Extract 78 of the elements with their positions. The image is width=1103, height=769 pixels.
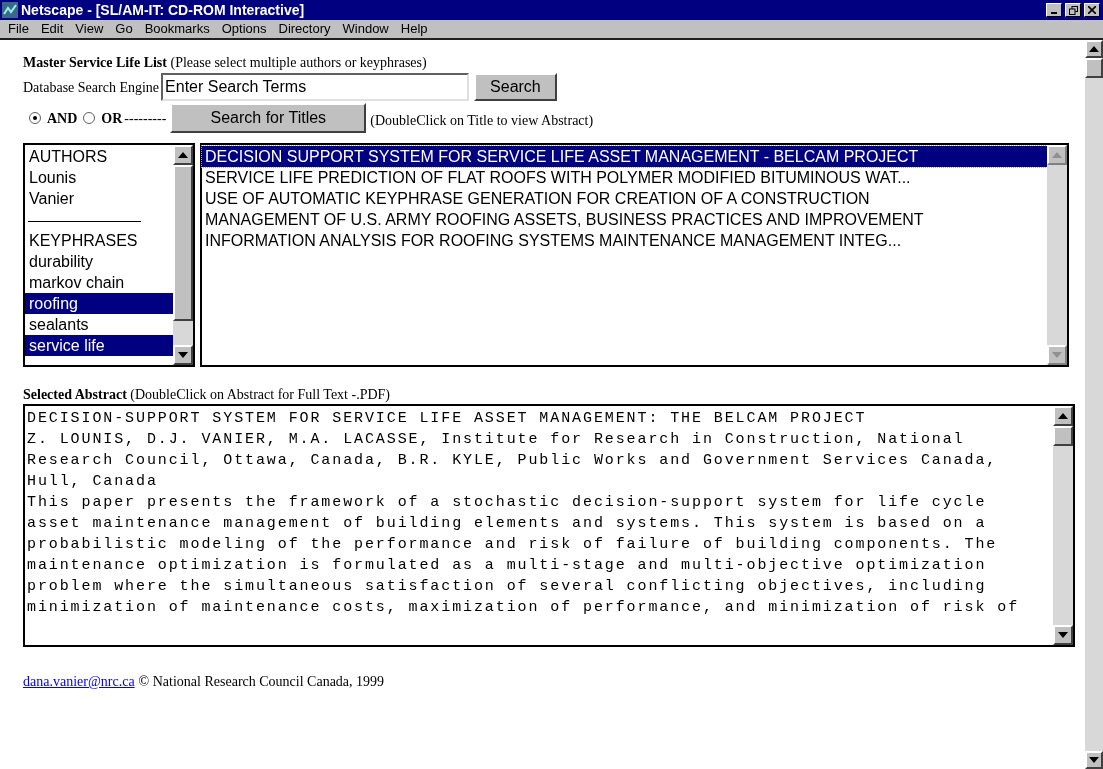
close-button[interactable] [1084,3,1100,17]
radio-label: OR [101,109,123,128]
abstract-line: asset maintenance management of building elements and systems. This system is based on a [27,514,988,534]
title-option[interactable]: INFORMATION ANALYSIS FOR ROOFING SYSTEMS MAINTENANCE MANAGEMENT INTEG... [202,230,1047,251]
scroll-up-button[interactable] [173,145,193,165]
abstract-line: problem where the simultaneous satisfaction of several conflicting objectives, including [27,577,988,597]
triangle-down-icon [1058,632,1068,638]
copyright-text: © National Research Council Canada, 1999 [138,673,385,691]
abstract-line: probabilistic modeling of the performance and risk of failure of building components. The [27,535,999,555]
triangle-up-icon [1052,152,1062,158]
menu-item[interactable]: Edit [40,19,64,39]
restore-icon [1068,5,1078,15]
separator-line: ———————— [27,210,142,230]
search-field[interactable]: Enter Search Terms [161,73,470,101]
radio-button[interactable] [83,112,96,124]
search-label: Database Search Engine [23,78,160,97]
dash-text: --------- [124,109,167,128]
triangle-down-icon [178,352,188,358]
abstract-line: minimization of maintenance costs, maximization of performance, and minimization of risk of [27,598,1021,618]
scroll-up-button[interactable] [1085,40,1103,58]
menu-item[interactable]: Bookmarks [144,19,210,39]
window-title: Netscape - [SL/AM-IT: CD-ROM Interactive] [21,0,306,20]
list-option[interactable]: sealants [25,314,173,335]
scroll-down-button[interactable] [173,345,193,365]
menu-item[interactable]: Options [221,19,267,39]
heading-text: Master Service Life List (Please select multiple authors or keyphrases) [23,53,427,72]
title-option[interactable]: SERVICE LIFE PREDICTION OF FLAT ROOFS WITH POLYMER MODIFIED BITUMINOUS WAT... [202,167,1047,188]
triangle-up-icon [178,152,188,158]
email-link[interactable]: dana.vanier@nrc.ca [23,671,135,692]
menu-item[interactable]: File [8,19,29,39]
abstract-line: DECISION-SUPPORT SYSTEM FOR SERVICE LIFE ASSET MANAGEMENT: THE BELCAM PROJECT [27,409,868,429]
abstract-heading: Selected Abstract (DoubleClick on Abstract for Full Text -.PDF) [23,385,390,404]
abstract-line: Z. LOUNIS, D.J. VANIER, M.A. LACASSE, Institute for Research in Construction, National [27,430,966,450]
menu-item[interactable]: Help [400,19,428,39]
filter-list[interactable]: AUTHORS Lounis Vanier ———————— KEYPHRASES durability markov chain roofing sealants service life [23,143,195,367]
search-titles-button[interactable]: Search for Titles [170,103,367,133]
page-scrollbar[interactable] [1085,40,1103,769]
title-option[interactable]: DECISION SUPPORT SYSTEM FOR SERVICE LIFE ASSET MANAGEMENT - BELCAM PROJECT [202,146,1047,167]
scroll-thumb[interactable] [1053,426,1073,446]
radio-button[interactable] [29,112,41,124]
title-option[interactable]: USE OF AUTOMATIC KEYPHRASE GENERATION FOR CREATION OF A CONSTRUCTION [202,188,1047,209]
list-option[interactable]: Lounis [25,167,173,188]
scrollbar[interactable] [1053,406,1073,645]
triangle-up-icon [1058,413,1068,419]
hint-text: (DoubleClick on Title to view Abstract) [370,111,594,130]
radio-label: AND [47,109,78,128]
title-list[interactable] [200,143,1069,367]
list-option[interactable]: markov chain [25,272,173,293]
title-option[interactable]: MANAGEMENT OF U.S. ARMY ROOFING ASSETS, BUSINESS PRACTICES AND IMPROVEMENT [202,209,1047,230]
scroll-up-button[interactable] [1053,406,1073,426]
list-option[interactable]: service life [25,335,173,356]
abstract-line: This paper presents the framework of a stochastic decision-support system for life cycle [27,493,988,513]
abstract-box[interactable] [23,404,1075,647]
menu-item[interactable]: Go [115,19,133,39]
menu-item[interactable]: Window [342,19,389,39]
restore-button[interactable] [1065,3,1081,17]
abstract-line: Hull, Canada [27,472,159,492]
scroll-down-button[interactable] [1085,751,1103,769]
triangle-up-icon [1089,46,1099,52]
close-icon [1088,6,1096,14]
scrollbar[interactable] [173,145,193,365]
scroll-thumb[interactable] [1085,58,1103,78]
abstract-line: maintenance optimization is formulated as a multi-stage and multi-objective optimization [27,556,988,576]
app-icon [2,2,18,18]
list-option[interactable]: durability [25,251,173,272]
list-option[interactable]: Vanier [25,188,173,209]
scroll-down-button[interactable] [1053,625,1073,645]
list-option[interactable]: KEYPHRASES [25,230,173,251]
triangle-down-icon [1089,757,1099,763]
list-option[interactable]: roofing [25,293,173,314]
menu-item[interactable]: View [75,19,104,39]
triangle-down-icon [1052,352,1062,358]
scroll-thumb[interactable] [173,165,193,321]
menu-item[interactable]: Directory [278,19,331,39]
minimize-button[interactable] [1046,3,1062,17]
search-button[interactable]: Search [474,73,557,101]
list-option[interactable]: AUTHORS [25,146,173,167]
abstract-line: Research Council, Ottawa, Canada, B.R. KYLE, Public Works and Government Services Canada, [27,451,999,471]
